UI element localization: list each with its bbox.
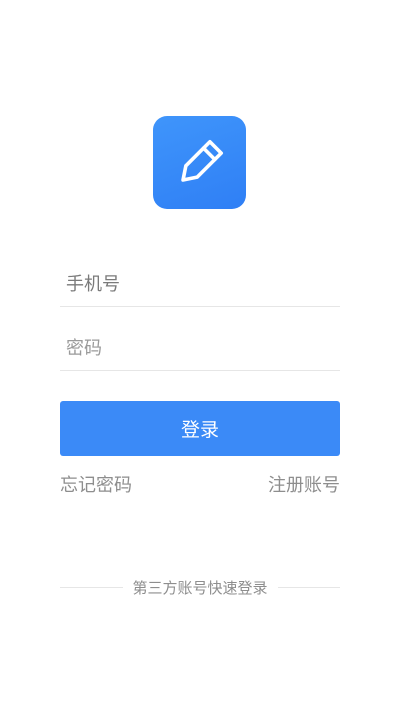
- third-party-login-label: 第三方账号快速登录: [132, 578, 268, 597]
- divider-line-left: [60, 586, 123, 588]
- app-logo: [153, 116, 246, 209]
- phone-input[interactable]: [60, 262, 340, 306]
- password-field: [60, 326, 340, 371]
- register-link[interactable]: 注册账号: [268, 474, 340, 498]
- login-button[interactable]: 登录: [60, 401, 340, 456]
- phone-field: [60, 262, 340, 307]
- pencil-icon: [180, 139, 223, 182]
- divider-line-right: [277, 586, 341, 588]
- login-screen: 登录 忘记密码 注册账号 第三方账号快速登录: [0, 0, 400, 711]
- third-party-login-divider: 第三方账号快速登录: [60, 576, 341, 598]
- password-input[interactable]: [60, 326, 340, 370]
- forgot-password-link[interactable]: 忘记密码: [60, 474, 132, 498]
